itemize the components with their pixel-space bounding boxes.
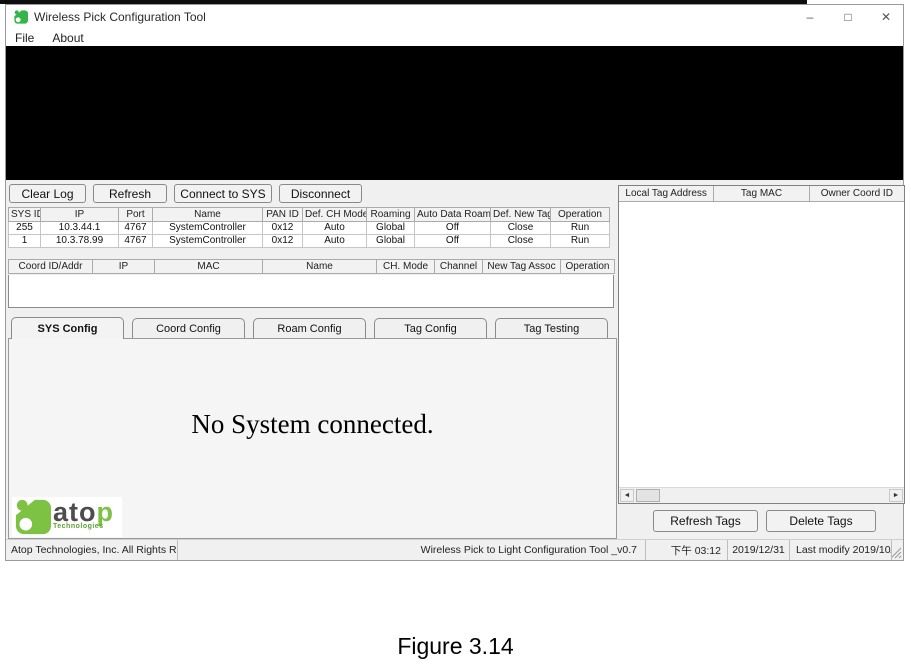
- col-def-new-tag[interactable]: Def. New Tag: [490, 207, 551, 222]
- tab-tag-testing[interactable]: Tag Testing: [495, 318, 608, 338]
- col-auto-data-roam[interactable]: Auto Data Roam: [414, 207, 491, 222]
- system-table: SYS ID IP Port Name PAN ID Def. CH Mode …: [8, 207, 610, 248]
- menu-item-file[interactable]: File: [6, 31, 43, 45]
- status-last-modify: Last modify 2019/10/03: [790, 540, 892, 560]
- status-version: Wireless Pick to Light Configuration Too…: [178, 540, 646, 560]
- tag-list-panel: Local Tag Address Tag MAC Owner Coord ID…: [618, 185, 905, 504]
- refresh-tags-button[interactable]: Refresh Tags: [653, 510, 758, 532]
- resize-grip-icon[interactable]: [892, 547, 902, 559]
- scrollbar-thumb[interactable]: [636, 489, 660, 502]
- col-coord-id[interactable]: Coord ID/Addr: [8, 259, 93, 274]
- cell: SystemController: [152, 221, 263, 235]
- status-copyright: Atop Technologies, Inc. All Rights Reser…: [6, 540, 178, 560]
- col-ch-mode[interactable]: CH. Mode: [376, 259, 435, 274]
- maximize-button[interactable]: □: [841, 9, 855, 25]
- disconnect-button[interactable]: Disconnect: [279, 184, 362, 203]
- tab-coord-config[interactable]: Coord Config: [132, 318, 245, 338]
- refresh-button[interactable]: Refresh: [93, 184, 167, 203]
- cell: Off: [414, 234, 491, 248]
- log-output-area: [6, 46, 903, 180]
- app-logo-icon: [14, 10, 28, 24]
- cell: 10.3.78.99: [40, 234, 119, 248]
- cell: Auto: [302, 221, 367, 235]
- col-coord-ip[interactable]: IP: [92, 259, 155, 274]
- status-bar: Atop Technologies, Inc. All Rights Reser…: [6, 539, 903, 560]
- clear-log-button[interactable]: Clear Log: [9, 184, 86, 203]
- tab-roam-config[interactable]: Roam Config: [253, 318, 366, 338]
- atop-logo: atop Technologies: [12, 497, 122, 537]
- cell: Run: [550, 234, 610, 248]
- figure-caption: Figure 3.14: [397, 633, 514, 659]
- coordinator-table-body-empty: [8, 275, 614, 308]
- col-operation[interactable]: Operation: [550, 207, 610, 222]
- cell: Close: [490, 221, 551, 235]
- status-filler: [892, 540, 903, 560]
- scroll-right-arrow-icon[interactable]: ►: [889, 489, 903, 502]
- col-coord-name[interactable]: Name: [262, 259, 377, 274]
- system-table-header-row: SYS ID IP Port Name PAN ID Def. CH Mode …: [8, 207, 610, 222]
- no-system-message: No System connected.: [191, 409, 434, 439]
- col-ip[interactable]: IP: [40, 207, 119, 222]
- cell: 10.3.44.1: [40, 221, 119, 235]
- title-bar: Wireless Pick Configuration Tool – □ ✕: [6, 5, 903, 29]
- col-pan-id[interactable]: PAN ID: [262, 207, 303, 222]
- tag-list-header-row: Local Tag Address Tag MAC Owner Coord ID: [619, 186, 904, 202]
- atop-subtitle: Technologies: [53, 523, 104, 530]
- minimize-button[interactable]: –: [803, 9, 817, 25]
- close-button[interactable]: ✕: [879, 9, 893, 25]
- horizontal-scrollbar[interactable]: ◄ ►: [619, 487, 904, 503]
- cell: Auto: [302, 234, 367, 248]
- tab-tag-config[interactable]: Tag Config: [374, 318, 487, 338]
- atop-logo-icon: [15, 499, 51, 535]
- atop-logo-text: atop Technologies: [53, 497, 114, 531]
- coordinator-table: Coord ID/Addr IP MAC Name CH. Mode Chann…: [8, 259, 615, 274]
- col-local-tag-address[interactable]: Local Tag Address: [619, 186, 715, 202]
- connect-to-sys-button[interactable]: Connect to SYS: [174, 184, 272, 203]
- cell: Close: [490, 234, 551, 248]
- cell: 255: [8, 221, 41, 235]
- col-owner-coord-id[interactable]: Owner Coord ID: [809, 186, 904, 202]
- sys-config-panel: No System connected. atop Technologies: [8, 338, 617, 539]
- cell: Run: [550, 221, 610, 235]
- app-window: Wireless Pick Configuration Tool – □ ✕ F…: [5, 4, 905, 561]
- cell: Off: [414, 221, 491, 235]
- atop-wordmark: atop: [53, 497, 114, 527]
- cell: 1: [8, 234, 41, 248]
- cell: Global: [366, 221, 415, 235]
- window-title: Wireless Pick Configuration Tool: [34, 10, 206, 24]
- col-sys-id[interactable]: SYS ID: [8, 207, 41, 222]
- status-date: 2019/12/31: [728, 540, 790, 560]
- col-def-ch-mode[interactable]: Def. CH Mode: [302, 207, 367, 222]
- col-coord-operation[interactable]: Operation: [560, 259, 615, 274]
- delete-tags-button[interactable]: Delete Tags: [766, 510, 876, 532]
- menu-item-about[interactable]: About: [43, 31, 92, 45]
- system-table-row[interactable]: 1 10.3.78.99 4767 SystemController 0x12 …: [8, 234, 610, 248]
- col-roaming[interactable]: Roaming: [366, 207, 415, 222]
- tab-sys-config[interactable]: SYS Config: [11, 317, 124, 339]
- col-tag-mac[interactable]: Tag MAC: [714, 186, 810, 202]
- cell: Global: [366, 234, 415, 248]
- window-controls: – □ ✕: [803, 5, 893, 29]
- menu-bar: File About: [6, 29, 903, 46]
- col-channel[interactable]: Channel: [434, 259, 483, 274]
- system-table-row[interactable]: 255 10.3.44.1 4767 SystemController 0x12…: [8, 221, 610, 235]
- status-time: 下午 03:12: [646, 540, 728, 560]
- col-name[interactable]: Name: [152, 207, 263, 222]
- scroll-left-arrow-icon[interactable]: ◄: [620, 489, 634, 502]
- cell: 0x12: [262, 234, 303, 248]
- coordinator-table-header-row: Coord ID/Addr IP MAC Name CH. Mode Chann…: [8, 259, 615, 274]
- cell: 4767: [118, 221, 153, 235]
- cell: SystemController: [152, 234, 263, 248]
- cell: 4767: [118, 234, 153, 248]
- col-new-tag-assoc[interactable]: New Tag Assoc: [482, 259, 561, 274]
- config-tabs: SYS Config Coord Config Roam Config Tag …: [11, 317, 608, 339]
- cell: 0x12: [262, 221, 303, 235]
- col-coord-mac[interactable]: MAC: [154, 259, 263, 274]
- col-port[interactable]: Port: [118, 207, 153, 222]
